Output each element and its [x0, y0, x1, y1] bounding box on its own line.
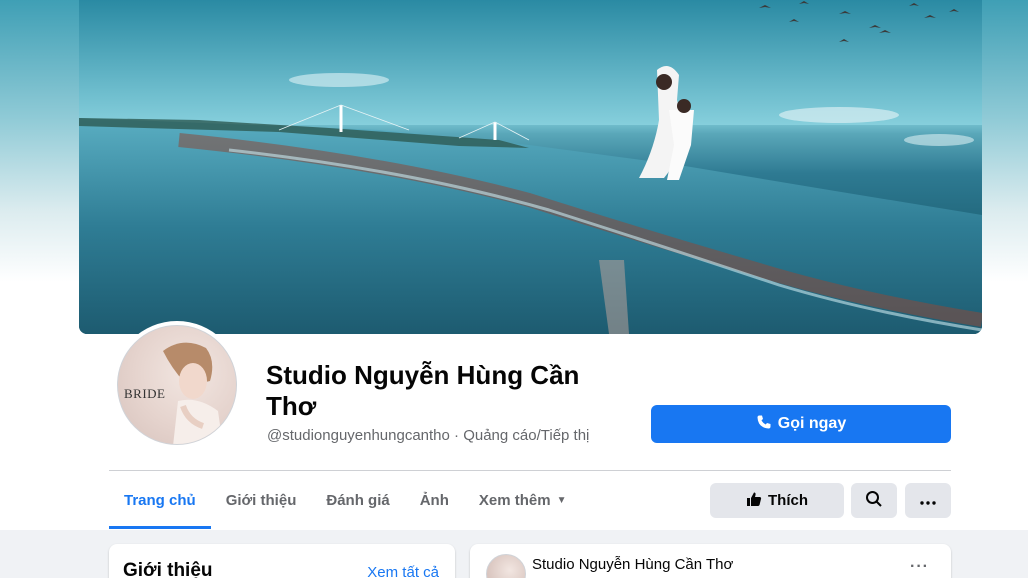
search-button[interactable] [851, 483, 897, 518]
tab-label: Trang chủ [124, 491, 196, 509]
tab-photos[interactable]: Ảnh [405, 471, 464, 529]
tab-label: Đánh giá [326, 491, 390, 509]
more-horizontal-icon [920, 492, 936, 509]
post-author-name[interactable]: Studio Nguyễn Hùng Cần Thơ [532, 556, 733, 573]
thumbs-up-icon [746, 491, 762, 511]
call-now-label: Gọi ngay [777, 415, 847, 432]
page-title: Studio Nguyễn Hùng Cần Thơ [266, 360, 580, 421]
phone-icon [756, 414, 772, 435]
cover-photo-image [79, 0, 982, 334]
see-all-link[interactable]: Xem tất cả [367, 564, 439, 578]
tab-see-more[interactable]: Xem thêm ▼ [464, 471, 582, 529]
tab-label: Ảnh [419, 491, 449, 509]
like-button[interactable]: Thích [710, 483, 844, 518]
avatar-logo-text: BRIDE [124, 386, 166, 401]
post-author-avatar[interactable] [486, 554, 526, 578]
like-label: Thích [768, 492, 808, 509]
intro-card: Giới thiệu Xem tất cả [109, 544, 455, 578]
cover-photo[interactable] [79, 0, 982, 334]
profile-picture-image: BRIDE [117, 325, 237, 445]
tab-reviews[interactable]: Đánh giá [311, 471, 404, 529]
post-more-options-icon[interactable]: ··· [910, 558, 929, 576]
page-handle-category: @studionguyenhungcantho · Quảng cáo/Tiếp… [267, 427, 590, 444]
profile-picture[interactable]: BRIDE [113, 321, 241, 449]
call-now-button[interactable]: Gọi ngay [651, 405, 951, 443]
tab-home[interactable]: Trang chủ [109, 471, 211, 529]
page-tabs: Trang chủ Giới thiệu Đánh giá Ảnh Xem th… [109, 471, 581, 529]
search-icon [865, 490, 883, 512]
tab-label: Xem thêm [478, 491, 551, 509]
caret-down-icon: ▼ [556, 494, 567, 506]
tab-label: Giới thiệu [225, 491, 297, 509]
post-card: Studio Nguyễn Hùng Cần Thơ ··· [470, 544, 951, 578]
intro-card-title: Giới thiệu [123, 560, 213, 578]
more-options-button[interactable] [905, 483, 951, 518]
tab-about[interactable]: Giới thiệu [211, 471, 312, 529]
